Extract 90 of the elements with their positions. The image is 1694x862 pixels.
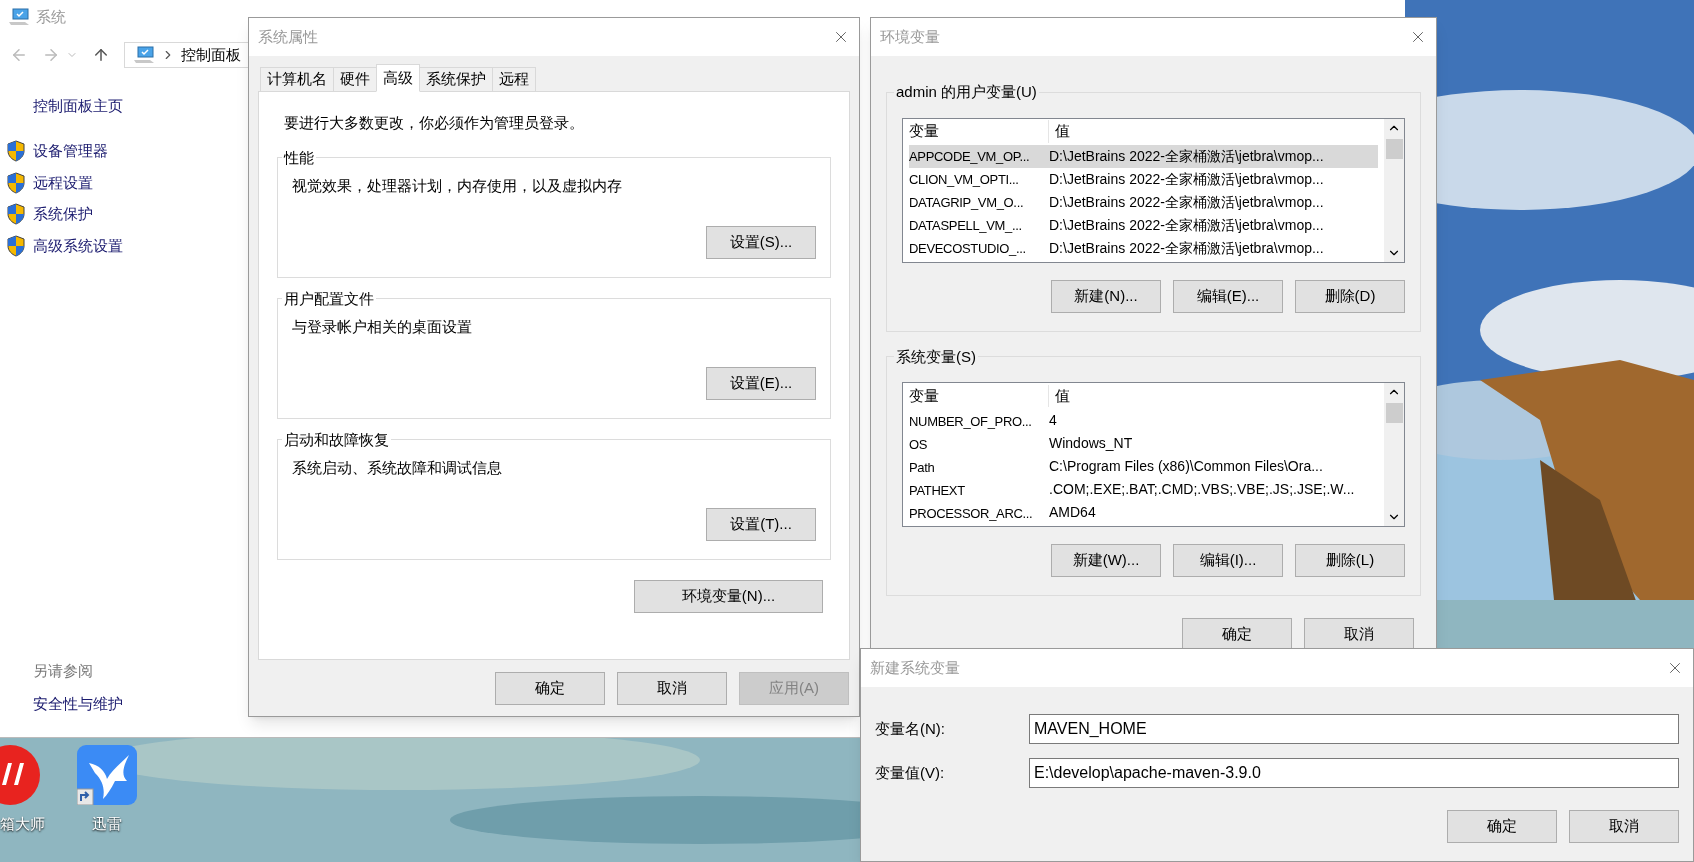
variable-row[interactable]: PROCESSOR_ARC... AMD64 — [909, 501, 1378, 524]
window-title: 系统 — [36, 6, 66, 27]
window-title: 系统属性 — [258, 26, 318, 47]
notice-text: 要进行大多数更改，你必须作为管理员登录。 — [283, 113, 585, 133]
column-header[interactable]: 值 — [1049, 120, 1384, 143]
dialog-button[interactable]: 新建(N)... — [1051, 279, 1161, 313]
field-label: 变量值(V): — [875, 762, 946, 783]
variable-value: .COM;.EXE;.BAT;.CMD;.VBS;.VBE;.JS;.JSE;.W... — [1049, 480, 1355, 499]
scrollbar[interactable] — [1384, 383, 1404, 526]
dialog-button[interactable]: 设置(E)... — [706, 366, 816, 400]
variable-row[interactable]: Path C:\Program Files (x86)\Common Files\Ora... — [909, 455, 1378, 478]
group-description: 系统启动、系统故障和调试信息 — [292, 458, 503, 478]
dialog-button[interactable]: 删除(L) — [1295, 544, 1405, 577]
sidebar-link[interactable]: 远程设置 — [33, 171, 93, 194]
sidebar-link[interactable]: 控制面板主页 — [33, 97, 123, 114]
scroll-thumb[interactable] — [1385, 403, 1403, 423]
variable-row[interactable]: NUMBER_OF_PRO... 4 — [909, 409, 1378, 432]
variable-row[interactable]: CLION_VM_OPTI... D:\JetBrains 2022-全家桶激活\jetbra\vmop... — [909, 167, 1378, 191]
sidebar-link[interactable]: 高级系统设置 — [33, 234, 123, 257]
up-icon[interactable] — [92, 46, 110, 64]
shield-icon — [6, 203, 26, 226]
sidebar-link[interactable]: 设备管理器 — [33, 140, 108, 163]
dialog-button[interactable]: 取消 — [1569, 810, 1679, 843]
group-description: 与登录帐户相关的桌面设置 — [292, 317, 473, 337]
column-header[interactable]: 变量 — [903, 120, 1049, 143]
variable-value: AMD64 — [1049, 503, 1096, 522]
group-title: 用户配置文件 — [283, 288, 375, 309]
shield-icon — [6, 140, 26, 163]
dialog-button[interactable]: 删除(D) — [1295, 279, 1405, 313]
breadcrumb-item[interactable]: 控制面板 — [181, 43, 241, 67]
dialog-button[interactable]: 确定 — [1447, 810, 1557, 843]
variable-value: C:\Program Files (x86)\Common Files\Ora... — [1049, 457, 1323, 476]
variable-value: D:\JetBrains 2022-全家桶激活\jetbra\vmop... — [1049, 238, 1324, 258]
window-title: 新建系统变量 — [870, 657, 960, 678]
variable-name: APPCODE_VM_OP... — [909, 149, 1030, 164]
variable-value: D:\JetBrains 2022-全家桶激活\jetbra\vmop... — [1049, 192, 1324, 212]
dialog-button[interactable]: 设置(T)... — [706, 507, 816, 541]
group-title: 性能 — [282, 147, 315, 168]
variable-row[interactable]: DATAGRIP_VM_O... D:\JetBrains 2022-全家桶激活\jetbra\vmop... — [909, 190, 1378, 214]
sidebar-link[interactable]: 系统保护 — [33, 203, 93, 226]
input-field[interactable]: MAVEN_HOME — [1029, 714, 1679, 744]
dialog-button[interactable]: 设置(S)... — [706, 225, 816, 259]
icon-label: 箱大师 — [0, 814, 45, 834]
computer-icon — [133, 46, 155, 64]
variable-name: NUMBER_OF_PRO... — [909, 413, 1032, 429]
icon-label: 迅雷 — [92, 814, 122, 834]
dialog-button[interactable]: 确定 — [495, 672, 605, 705]
variable-name: DATASPELL_VM_... — [909, 218, 1022, 233]
variable-name: PROCESSOR_ARC... — [909, 505, 1033, 521]
variable-name: DEVECOSTUDIO_... — [909, 241, 1026, 256]
tab[interactable]: 远程 — [492, 67, 536, 92]
shield-icon — [6, 234, 26, 257]
variable-name: OS — [909, 436, 928, 452]
field-label: 变量名(N): — [875, 718, 946, 739]
variable-value: D:\JetBrains 2022-全家桶激活\jetbra\vmop... — [1049, 215, 1324, 235]
variable-row[interactable]: PATHEXT .COM;.EXE;.BAT;.CMD;.VBS;.VBE;.JS;.JSE;.W... — [909, 478, 1378, 501]
variable-name: Path — [909, 459, 935, 475]
dialog-button[interactable]: 取消 — [617, 672, 727, 705]
scrollbar[interactable] — [1384, 118, 1404, 262]
variable-value: Windows_NT — [1049, 434, 1133, 453]
variable-value: D:\JetBrains 2022-全家桶激活\jetbra\vmop... — [1049, 169, 1324, 189]
variable-row[interactable]: APPCODE_VM_OP... D:\JetBrains 2022-全家桶激活\jetbra\vmop... — [909, 144, 1378, 168]
column-header[interactable]: 变量 — [903, 384, 1049, 408]
group-title: admin 的用户变量(U) — [895, 82, 1038, 102]
variable-row[interactable]: DEVECOSTUDIO_... D:\JetBrains 2022-全家桶激活\jetbra\vmop... — [909, 236, 1378, 260]
shield-icon — [6, 171, 26, 194]
variable-name: PATHEXT — [909, 482, 965, 498]
column-header[interactable]: 值 — [1049, 384, 1384, 408]
variable-row[interactable]: DATASPELL_VM_... D:\JetBrains 2022-全家桶激活\jetbra\vmop... — [909, 213, 1378, 237]
app-icon[interactable] — [77, 745, 137, 805]
group-title: 启动和故障恢复 — [283, 429, 390, 450]
sidebar-link[interactable]: 安全性与维护 — [33, 692, 123, 715]
input-field[interactable]: E:\develop\apache-maven-3.9.0 — [1029, 758, 1679, 788]
group-title: 系统变量(S) — [895, 346, 977, 367]
window-title: 环境变量 — [880, 26, 940, 47]
dialog-button[interactable]: 编辑(E)... — [1173, 279, 1283, 313]
variable-name: CLION_VM_OPTI... — [909, 172, 1019, 187]
dialog-button[interactable]: 新建(W)... — [1051, 544, 1161, 577]
computer-icon — [8, 8, 30, 26]
variable-row[interactable]: OS Windows_NT — [909, 432, 1378, 455]
dialog-button[interactable]: 编辑(I)... — [1173, 544, 1283, 577]
scroll-thumb[interactable] — [1385, 138, 1403, 159]
tab[interactable]: 高级 — [376, 64, 420, 92]
variable-name: DATAGRIP_VM_O... — [909, 195, 1024, 210]
variable-value: D:\JetBrains 2022-全家桶激活\jetbra\vmop... — [1049, 146, 1324, 166]
tab[interactable]: 计算机名 — [260, 67, 334, 92]
variable-value: 4 — [1049, 411, 1057, 430]
group-description: 视觉效果，处理器计划，内存使用，以及虚拟内存 — [292, 176, 623, 196]
section-heading: 另请参阅 — [33, 661, 93, 681]
dialog-button[interactable]: 环境变量(N)... — [634, 579, 823, 613]
